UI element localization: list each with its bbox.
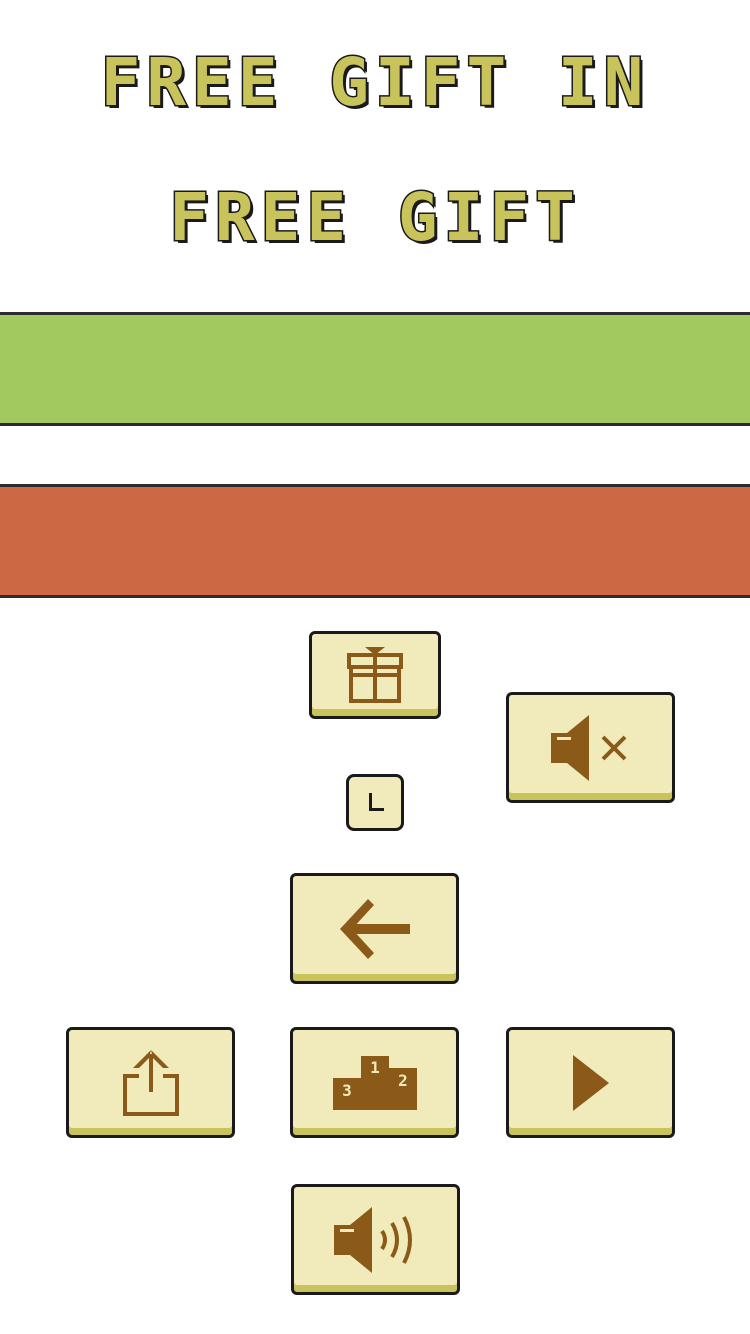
mute-button[interactable]: [506, 692, 675, 803]
timer-button[interactable]: [346, 774, 404, 831]
podium-place-1: 1: [370, 1058, 380, 1077]
free-gift-title: FREE GIFT: [168, 179, 581, 256]
leaderboard-button[interactable]: 1 2 3: [290, 1027, 459, 1138]
share-button[interactable]: [66, 1027, 235, 1138]
orange-band: [0, 484, 750, 598]
speaker-muted-icon: [550, 714, 631, 781]
gift-button[interactable]: [309, 631, 441, 719]
sound-button[interactable]: [291, 1184, 460, 1295]
play-button[interactable]: [506, 1027, 675, 1138]
play-icon: [572, 1054, 609, 1111]
free-gift-timer-title: FREE GIFT IN: [99, 44, 650, 121]
share-icon: [122, 1049, 179, 1116]
podium-place-3: 3: [342, 1081, 352, 1100]
back-button[interactable]: [290, 873, 459, 984]
arrow-left-icon: [339, 898, 410, 959]
podium-place-2: 2: [398, 1071, 408, 1090]
green-band: [0, 312, 750, 426]
gift-icon: [345, 647, 405, 703]
podium-icon: 1 2 3: [332, 1055, 417, 1110]
speaker-on-icon: [333, 1206, 418, 1273]
clock-icon: [363, 791, 387, 815]
